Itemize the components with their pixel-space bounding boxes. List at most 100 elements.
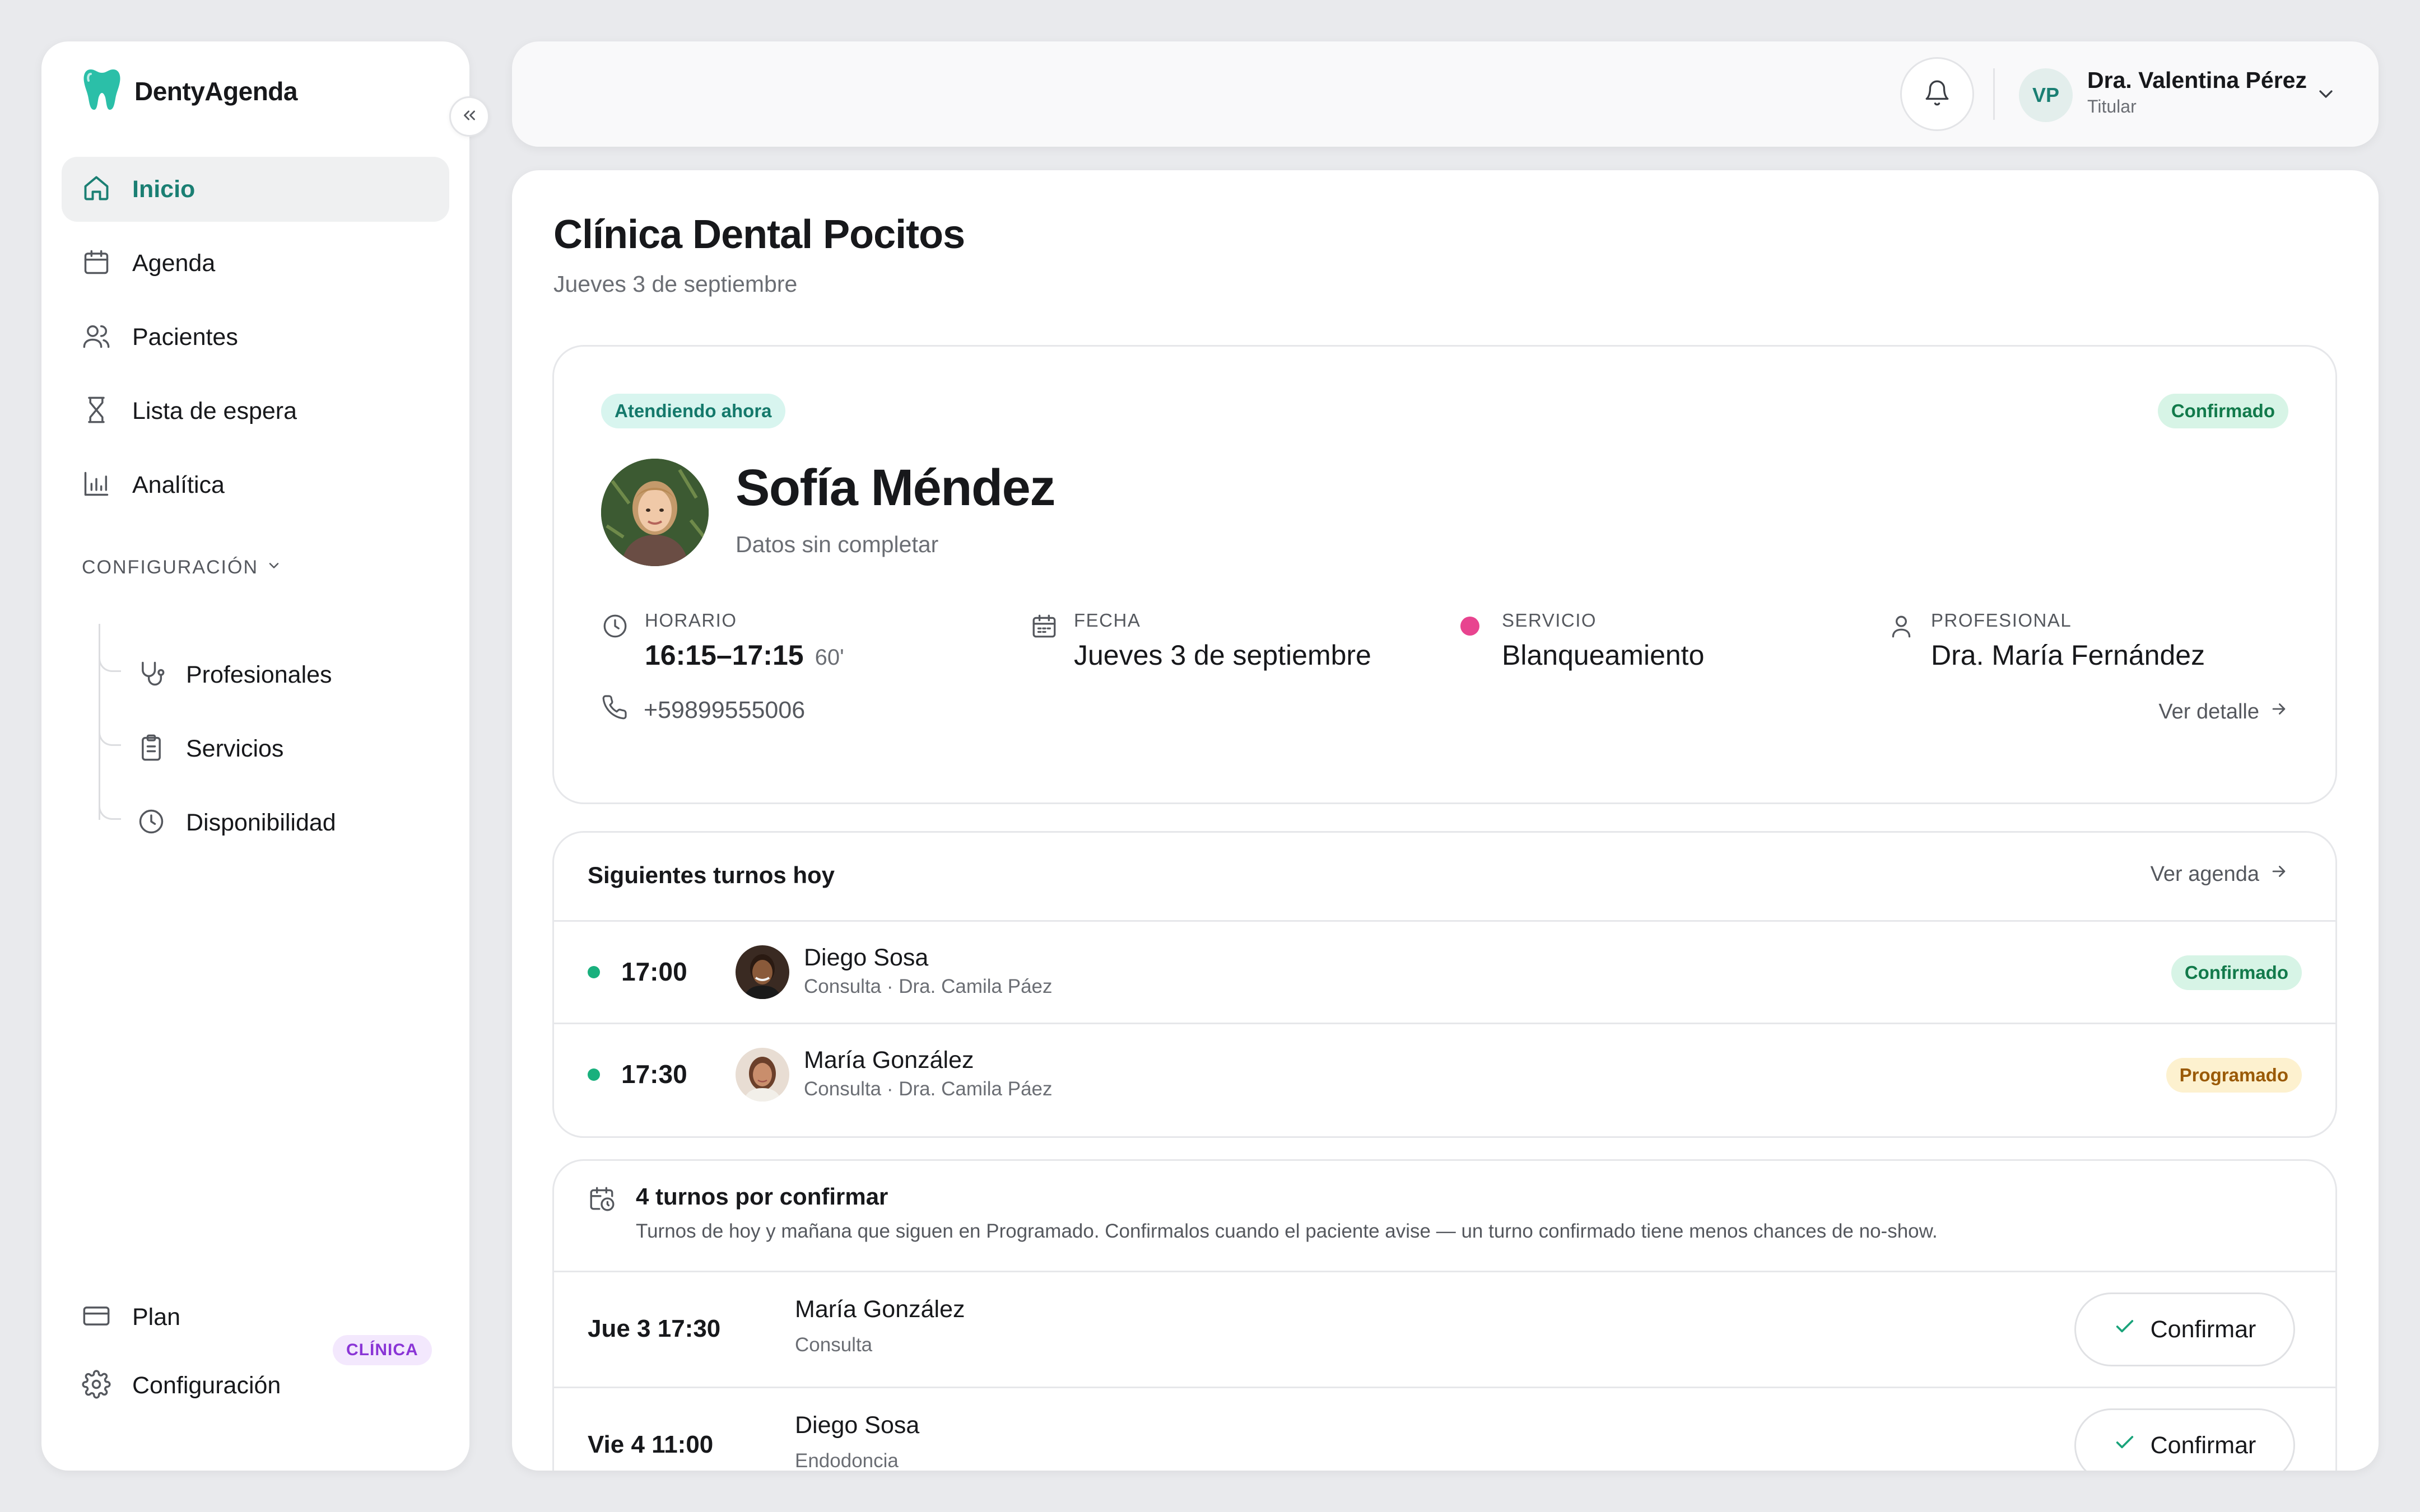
brand[interactable]: DentyAgenda (82, 67, 297, 115)
main-content: Clínica Dental Pocitos Jueves 3 de septi… (512, 170, 2379, 1471)
sidebar-item-label: Profesionales (186, 661, 332, 688)
confirm-button[interactable]: Confirmar (2074, 1408, 2295, 1471)
status-badge: Confirmado (2157, 394, 2288, 428)
user-menu-button[interactable] (2315, 83, 2337, 108)
appointment-meta: Consulta · Dra. Camila Páez (804, 1078, 1053, 1100)
stethoscope-icon (137, 659, 166, 691)
sidebar-item-pacientes[interactable]: Pacientes (62, 305, 449, 370)
check-icon (2114, 1431, 2151, 1460)
confirm-label: Confirmar (2150, 1431, 2256, 1459)
service-name: Consulta (795, 1334, 873, 1356)
sidebar-item-servicios[interactable]: Servicios (137, 718, 450, 780)
patient-name: Diego Sosa (804, 944, 929, 971)
list-item: Vie 4 11:00 Diego Sosa Endodoncia Confir… (554, 1388, 2335, 1471)
view-agenda-link[interactable]: Ver agenda (2151, 862, 2288, 886)
section-description: Turnos de hoy y mañana que siguen en Pro… (636, 1220, 1938, 1242)
bell-icon (1923, 79, 1951, 110)
appointment-datetime: Jue 3 17:30 (588, 1315, 721, 1342)
tree-branch (99, 726, 121, 746)
sidebar-item-profesionales[interactable]: Profesionales (137, 644, 450, 706)
list-item[interactable]: 17:00 Diego Sosa Consulta · Dra. Camila … (554, 922, 2335, 1023)
clock-icon (601, 612, 629, 643)
date-label: FECHA (1074, 610, 1141, 631)
chevron-down-icon (2315, 90, 2337, 108)
status-badge: Programado (2166, 1058, 2302, 1093)
top-bar: VP Dra. Valentina Pérez Titular (512, 41, 2379, 147)
clipboard-icon (137, 733, 166, 765)
view-agenda-label: Ver agenda (2150, 862, 2259, 886)
professional-value: Dra. María Fernández (1931, 640, 2205, 671)
service-label: SERVICIO (1502, 610, 1597, 631)
sidebar-item-configuracion[interactable]: Configuración (62, 1353, 449, 1418)
date-value: Jueves 3 de septiembre (1074, 640, 1371, 671)
phone-icon (601, 694, 628, 727)
bar-chart-icon (82, 469, 111, 501)
patient-subtitle: Datos sin completar (736, 531, 939, 557)
avatar (736, 1048, 789, 1102)
calendar-icon (82, 248, 111, 279)
sidebar-item-label: Analítica (132, 471, 225, 498)
arrow-right-icon (2259, 862, 2288, 886)
page-date: Jueves 3 de septiembre (553, 271, 798, 297)
appointment-datetime: Vie 4 11:00 (588, 1431, 714, 1458)
appointment-time: 17:30 (621, 1060, 687, 1089)
user-icon (1887, 612, 1915, 643)
notifications-button[interactable] (1900, 57, 1974, 131)
appointment-meta: Consulta · Dra. Camila Páez (804, 976, 1053, 997)
sidebar-item-inicio[interactable]: Inicio (62, 157, 449, 222)
sidebar-item-label: Agenda (132, 249, 216, 277)
sidebar-item-label: Servicios (186, 735, 284, 762)
users-icon (82, 321, 111, 353)
view-detail-link[interactable]: Ver detalle (2158, 699, 2288, 724)
patient-name: Diego Sosa (795, 1412, 920, 1439)
sidebar-item-label: Disponibilidad (186, 809, 336, 836)
appointment-time: 17:00 (621, 957, 687, 986)
user-role: Titular (2087, 96, 2137, 116)
sidebar-item-agenda[interactable]: Agenda (62, 231, 449, 296)
sidebar-item-lista-espera[interactable]: Lista de espera (62, 379, 449, 444)
credit-card-icon (82, 1301, 111, 1333)
user-name[interactable]: Dra. Valentina Pérez (2087, 67, 2307, 94)
sidebar-item-label: Pacientes (132, 323, 238, 351)
user-avatar[interactable]: VP (2019, 68, 2073, 122)
patient-name[interactable]: Sofía Méndez (736, 459, 1055, 517)
sidebar-item-label: Plan (132, 1303, 181, 1331)
duration: 60' (815, 645, 844, 670)
app-name: DentyAgenda (134, 76, 297, 106)
patient-name: María González (795, 1296, 965, 1323)
section-title: Siguientes turnos hoy (588, 862, 835, 888)
config-section-toggle[interactable]: CONFIGURACIÓN (82, 557, 282, 578)
pending-confirmations-card: 4 turnos por confirmar Turnos de hoy y m… (552, 1159, 2337, 1471)
list-item[interactable]: 17:30 María González Consulta · Dra. Cam… (554, 1024, 2335, 1125)
gear-icon (82, 1369, 111, 1402)
status-dot (588, 966, 600, 978)
sidebar-item-disponibilidad[interactable]: Disponibilidad (137, 792, 450, 853)
section-title: 4 turnos por confirmar (636, 1183, 888, 1210)
divider (1993, 68, 1995, 120)
sidebar-item-analitica[interactable]: Analítica (62, 452, 449, 517)
list-item: Jue 3 17:30 María González Consulta Conf… (554, 1272, 2335, 1387)
schedule-label: HORARIO (645, 610, 737, 631)
sidebar-item-label: Configuración (132, 1371, 281, 1399)
sidebar: DentyAgenda Inicio Agenda Pacientes List… (41, 41, 490, 1471)
chevrons-left-icon (460, 106, 479, 128)
patient-phone[interactable]: +59899555006 (601, 694, 805, 727)
schedule-value: 16:15–17:15 60' (645, 640, 844, 671)
view-detail-label: Ver detalle (2158, 699, 2259, 724)
check-icon (2114, 1315, 2151, 1344)
calendar-clock-icon (588, 1184, 616, 1215)
next-appointments-card: Siguientes turnos hoy Ver agenda 17:00 D… (552, 831, 2337, 1138)
status-dot (588, 1068, 600, 1081)
service-color-dot (1460, 617, 1479, 636)
status-badge: Atendiendo ahora (601, 394, 785, 428)
phone-number: +59899555006 (644, 697, 806, 724)
status-badge: Confirmado (2171, 955, 2302, 990)
current-appointment-card: Atendiendo ahora Confirmado Sofía Méndez… (552, 345, 2337, 804)
confirm-label: Confirmar (2150, 1315, 2256, 1343)
sidebar-item-label: Inicio (132, 175, 196, 203)
professional-label: PROFESIONAL (1931, 610, 2072, 631)
sidebar-item-label: Lista de espera (132, 397, 297, 424)
confirm-button[interactable]: Confirmar (2074, 1292, 2295, 1366)
collapse-sidebar-button[interactable] (449, 96, 490, 137)
avatar (736, 945, 789, 999)
